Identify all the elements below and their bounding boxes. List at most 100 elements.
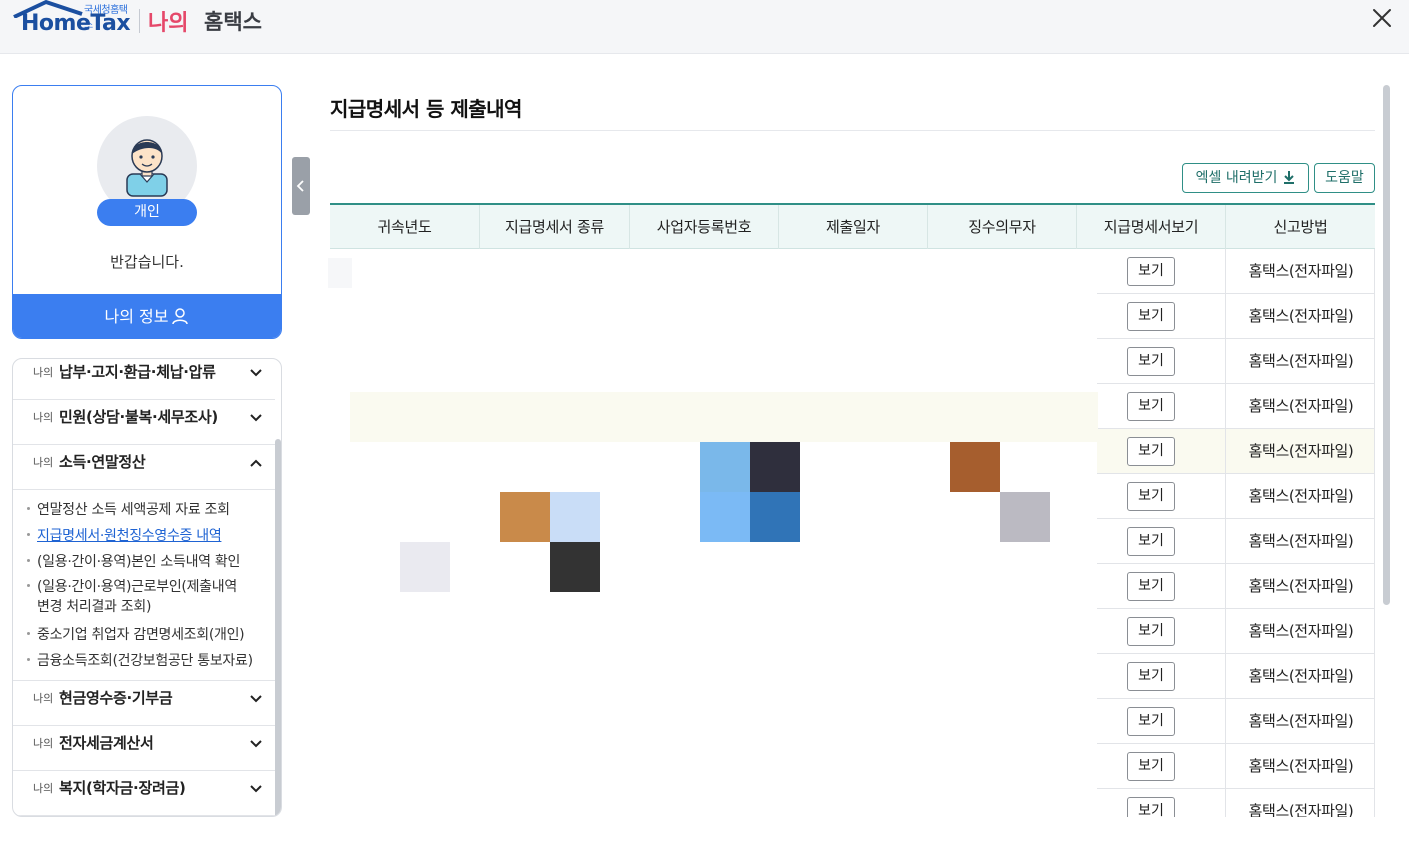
- view-cell: 보기: [1097, 744, 1226, 788]
- filing-method: 홈택스(전자파일): [1248, 442, 1354, 460]
- table-row: 보기 홈택스(전자파일): [1097, 339, 1375, 384]
- redacted-cell: [328, 258, 352, 288]
- chevron-down-icon: [250, 740, 262, 748]
- help-button[interactable]: 도움말: [1314, 163, 1375, 193]
- highlighted-row-band: [350, 392, 1098, 442]
- brand-my: 나의: [148, 5, 189, 37]
- menu-section-receipt[interactable]: 나의 현금영수증·기부금: [13, 681, 275, 726]
- view-cell: 보기: [1097, 654, 1226, 698]
- filing-method: 홈택스(전자파일): [1248, 352, 1354, 370]
- filing-method: 홈택스(전자파일): [1248, 667, 1354, 685]
- view-button[interactable]: 보기: [1127, 617, 1175, 646]
- income-submenu: 연말정산 소득 세액공제 자료 조회 지급명세서·원천징수영수증 내역 (일용·…: [13, 489, 275, 681]
- sidebar-collapse-toggle[interactable]: [292, 157, 310, 215]
- view-cell: 보기: [1097, 474, 1226, 518]
- view-button[interactable]: 보기: [1127, 572, 1175, 601]
- table-row: 보기 홈택스(전자파일): [1097, 609, 1375, 654]
- chevron-down-icon: [250, 369, 262, 377]
- filing-method: 홈택스(전자파일): [1248, 802, 1354, 817]
- redaction-tile: [1000, 492, 1050, 542]
- top-bar: 국세청홈택스 HomeTax 나의 홈택스: [0, 0, 1409, 54]
- submenu-item-active[interactable]: 지급명세서·원천징수영수증 내역: [27, 525, 222, 545]
- greeting-text: 반갑습니다.: [110, 253, 184, 271]
- menu-prefix: 나의: [33, 366, 54, 379]
- bullet-icon: [27, 632, 30, 635]
- view-cell: 보기: [1097, 384, 1226, 428]
- view-button[interactable]: 보기: [1127, 662, 1175, 691]
- view-button[interactable]: 보기: [1127, 392, 1175, 421]
- menu-section-title: 소득·연말정산: [59, 453, 146, 471]
- submenu-item[interactable]: 금융소득조회(건강보험공단 통보자료): [27, 650, 253, 670]
- column-header: 지급명세서 종류: [480, 205, 630, 249]
- column-header: 징수의무자: [928, 205, 1077, 249]
- column-header: 신고방법: [1273, 218, 1328, 236]
- redaction-tile: [550, 492, 600, 542]
- bullet-icon: [27, 533, 30, 536]
- table-row: 보기 홈택스(전자파일): [1097, 294, 1375, 339]
- chevron-down-icon: [250, 414, 262, 422]
- view-button[interactable]: 보기: [1127, 482, 1175, 511]
- submenu-item[interactable]: 연말정산 소득 세액공제 자료 조회: [27, 499, 230, 519]
- menu-section-welfare[interactable]: 나의 복지(학자금·장려금): [13, 771, 275, 816]
- view-cell: 보기: [1097, 609, 1226, 653]
- redaction-tile: [550, 542, 600, 592]
- menu-scrollbar[interactable]: [275, 439, 281, 816]
- filing-method: 홈택스(전자파일): [1248, 757, 1354, 775]
- my-info-button[interactable]: 나의 정보: [13, 294, 281, 338]
- menu-section-title: 현금영수증·기부금: [59, 689, 173, 707]
- submenu-item[interactable]: (일용·간이·용역)본인 소득내역 확인: [27, 551, 240, 571]
- table-row: 보기 홈택스(전자파일): [1097, 564, 1375, 609]
- filing-method: 홈택스(전자파일): [1248, 577, 1354, 595]
- view-button[interactable]: 보기: [1127, 797, 1175, 817]
- filing-method: 홈택스(전자파일): [1248, 622, 1354, 640]
- excel-download-button[interactable]: 엑셀 내려받기: [1182, 163, 1309, 193]
- submenu-item[interactable]: 중소기업 취업자 감면명세조회(개인): [27, 624, 245, 644]
- view-cell: 보기: [1097, 294, 1226, 338]
- profile-card: 개인 반갑습니다. 나의 정보: [12, 85, 282, 339]
- view-cell: 보기: [1097, 249, 1226, 293]
- table-row: 보기 홈택스(전자파일): [1097, 744, 1375, 789]
- close-button[interactable]: [1368, 4, 1396, 32]
- view-button[interactable]: 보기: [1127, 527, 1175, 556]
- menu-section-title: 납부·고지·환급·체납·압류: [59, 363, 216, 381]
- chevron-down-icon: [250, 695, 262, 703]
- submenu-item[interactable]: (일용·간이·용역)근로부인(제출내역 변경 처리결과 조회): [27, 576, 237, 616]
- main-scrollbar[interactable]: [1383, 85, 1390, 605]
- chevron-up-icon: [250, 459, 262, 467]
- redaction-tile: [750, 442, 800, 492]
- menu-prefix: 나의: [33, 411, 54, 424]
- user-type-badge: 개인: [97, 199, 197, 226]
- table-row: 보기 홈택스(전자파일): [1097, 384, 1375, 429]
- menu-section-title: 전자세금계산서: [59, 734, 154, 752]
- view-button[interactable]: 보기: [1127, 752, 1175, 781]
- table-row: 보기 홈택스(전자파일): [1097, 249, 1375, 294]
- redaction-tile: [400, 542, 450, 592]
- table-header: 귀속년도 지급명세서 종류 사업자등록번호 제출일자 징수의무자 지급명세서보기…: [330, 203, 1375, 249]
- brand-hometax: 홈택스: [204, 10, 262, 34]
- menu-section-civil[interactable]: 나의 민원(상담·불복·세무조사): [13, 400, 275, 445]
- table-right-border: [1374, 249, 1375, 817]
- excel-download-label: 엑셀 내려받기: [1195, 170, 1278, 186]
- chevron-down-icon: [250, 785, 262, 793]
- header-divider: [139, 9, 140, 33]
- title-divider: [330, 130, 1375, 131]
- bullet-icon: [27, 658, 30, 661]
- view-button[interactable]: 보기: [1127, 707, 1175, 736]
- redaction-tile: [750, 492, 800, 542]
- view-cell: 보기: [1097, 699, 1226, 743]
- menu-section-payment[interactable]: 나의 납부·고지·환급·체납·압류: [13, 359, 275, 400]
- view-button[interactable]: 보기: [1127, 347, 1175, 376]
- logo-english-text: HomeTax: [21, 11, 131, 36]
- menu-prefix: 나의: [33, 692, 54, 705]
- download-icon: [1284, 171, 1295, 184]
- menu-section-income[interactable]: 나의 소득·연말정산: [13, 445, 275, 490]
- menu-section-einvoice[interactable]: 나의 전자세금계산서: [13, 726, 275, 771]
- page-title: 지급명세서 등 제출내역: [330, 97, 522, 121]
- table-row-highlighted: 보기 홈택스(전자파일): [1097, 429, 1375, 474]
- filing-method: 홈택스(전자파일): [1248, 397, 1354, 415]
- user-outline-icon: [172, 308, 189, 325]
- view-button[interactable]: 보기: [1127, 302, 1175, 331]
- view-button[interactable]: 보기: [1127, 257, 1175, 286]
- view-button[interactable]: 보기: [1127, 437, 1175, 466]
- hometax-logo[interactable]: 국세청홈택스 HomeTax: [12, 0, 132, 42]
